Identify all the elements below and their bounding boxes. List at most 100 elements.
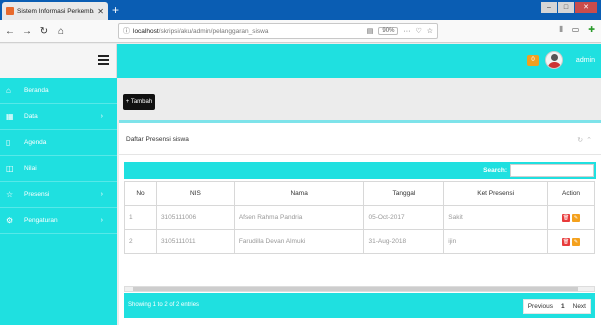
agenda-icon: ▯: [6, 138, 11, 147]
gear-icon: ⚙: [6, 216, 14, 225]
user-name[interactable]: admin: [576, 57, 595, 64]
data-table-wrapper: Search: No NIS Nama Tanggal Ket Presensi…: [124, 162, 596, 322]
column-header-tanggal[interactable]: Tanggal: [363, 181, 445, 206]
page-1-button[interactable]: 1: [557, 300, 569, 313]
sidebar-item-label: Data: [24, 113, 38, 120]
cell-no: 1: [124, 205, 157, 230]
star-icon: ☆: [6, 190, 14, 199]
chevron-right-icon: ›: [100, 191, 103, 198]
sidebar-item-presensi[interactable]: ☆ Presensi ›: [0, 182, 117, 208]
column-header-nis[interactable]: NIS: [155, 181, 235, 206]
sidebar-item-label: Nilai: [24, 165, 37, 172]
menu-toggle-icon[interactable]: [98, 55, 109, 65]
previous-button[interactable]: Previous: [524, 300, 557, 313]
table-toolbar: Search:: [124, 162, 596, 179]
sidebar-item-agenda[interactable]: ▯ Agenda: [0, 130, 117, 156]
main-content: + Tambah Daftar Presensi siswa ↻⌃ Search…: [117, 78, 601, 325]
sidebar-item-label: Beranda: [24, 87, 49, 94]
window-controls: – □ ✕: [541, 2, 597, 13]
chevron-right-icon: ›: [100, 113, 103, 120]
cell-action: 🗑 ✎: [547, 229, 595, 254]
url-path: /skripsi/aku/admin/pelanggaran_siswa: [158, 27, 269, 35]
table-footer: Showing 1 to 2 of 2 entries Previous 1 N…: [124, 293, 595, 318]
add-button[interactable]: + Tambah: [123, 94, 155, 110]
close-window-icon[interactable]: ✕: [575, 2, 597, 13]
panel-tools: ↻⌃: [577, 136, 595, 144]
cell-nis: 3105111006: [155, 205, 235, 230]
bookmark-star-icon[interactable]: ☆: [427, 27, 433, 35]
close-tab-icon[interactable]: ✕: [97, 7, 104, 16]
column-header-nama[interactable]: Nama: [233, 181, 365, 206]
column-header-ket-presensi[interactable]: Ket Presensi: [443, 181, 549, 206]
info-icon[interactable]: ⓘ: [123, 26, 130, 36]
browser-tab-bar: Sistem Informasi Perkembangan ✕ + – □ ✕: [0, 0, 601, 20]
table-row: 1 3105111006 Afsen Rahma Pandria 05-Oct-…: [124, 205, 595, 230]
pagination: Previous 1 Next: [522, 299, 591, 314]
cell-ket-presensi: Sakit: [443, 205, 549, 230]
sidebar-item-label: Pengaturan: [24, 217, 58, 224]
cell-nis: 3105111011: [155, 229, 235, 254]
back-icon[interactable]: ←: [3, 26, 17, 37]
cell-no: 2: [124, 229, 157, 254]
scrollbar-thumb[interactable]: [133, 287, 578, 291]
sidebar-item-nilai[interactable]: ◫ Nilai: [0, 156, 117, 182]
sidebar-item-label: Agenda: [24, 139, 47, 146]
sidebar-item-pengaturan[interactable]: ⚙ Pengaturan ›: [0, 208, 117, 234]
address-bar[interactable]: ⓘ localhost /skripsi/aku/admin/pelanggar…: [118, 23, 438, 39]
table-header-row: No NIS Nama Tanggal Ket Presensi Action: [124, 181, 595, 206]
avatar[interactable]: [545, 51, 563, 69]
sidebar-toggle-icon[interactable]: ▭: [572, 25, 580, 35]
reload-icon[interactable]: ↻: [37, 26, 51, 37]
page-actions-icon[interactable]: ···: [403, 28, 410, 35]
horizontal-scrollbar[interactable]: [124, 286, 595, 292]
library-icon[interactable]: ⫴: [559, 25, 562, 35]
presensi-panel: Daftar Presensi siswa ↻⌃ Search: No NIS …: [119, 120, 601, 325]
chevron-right-icon: ›: [100, 217, 103, 224]
favicon-icon: [6, 7, 14, 15]
sidebar-item-data[interactable]: ▦ Data ›: [0, 104, 117, 130]
delete-icon[interactable]: 🗑: [562, 237, 571, 246]
tab-title: Sistem Informasi Perkembangan: [17, 7, 94, 15]
edit-icon[interactable]: ✎: [572, 237, 581, 246]
new-tab-button[interactable]: +: [112, 3, 119, 17]
entries-info: Showing 1 to 2 of 2 entries: [128, 302, 200, 308]
zoom-level[interactable]: 90%: [378, 27, 399, 35]
maximize-icon[interactable]: □: [558, 2, 574, 13]
divider: [119, 154, 601, 155]
reader-view-icon[interactable]: ▤: [367, 27, 374, 35]
browser-toolbar: ⫴ ▭ ✚: [559, 25, 595, 35]
column-header-no[interactable]: No: [124, 181, 157, 206]
cell-ket-presensi: ijin: [443, 229, 549, 254]
sidebar-item-label: Presensi: [24, 191, 50, 198]
cell-action: 🗑 ✎: [547, 205, 595, 230]
cell-nama: Afsen Rahma Pandria: [233, 205, 365, 230]
edit-icon[interactable]: ✎: [572, 213, 581, 222]
table-icon: ▦: [6, 112, 14, 121]
collapse-icon[interactable]: ⌃: [586, 137, 595, 144]
sidebar: ⌂ Beranda ▦ Data › ▯ Agenda ◫ Nilai ☆ Pr…: [0, 78, 117, 325]
presensi-table: No NIS Nama Tanggal Ket Presensi Action …: [124, 181, 595, 254]
column-header-action[interactable]: Action: [547, 181, 595, 206]
sidebar-header: [0, 44, 117, 78]
extension-icon[interactable]: ✚: [588, 25, 595, 35]
next-button[interactable]: Next: [569, 300, 590, 313]
refresh-icon[interactable]: ↻: [577, 137, 586, 144]
home-icon: ⌂: [6, 86, 11, 95]
url-host: localhost: [133, 27, 159, 35]
home-page-icon[interactable]: ⌂: [54, 26, 68, 37]
browser-navbar: ← → ↻ ⌂ ⓘ localhost /skripsi/aku/admin/p…: [0, 20, 601, 43]
cell-tanggal: 05-Oct-2017: [363, 205, 445, 230]
panel-title: Daftar Presensi siswa: [126, 136, 189, 143]
notification-icon[interactable]: 0: [527, 55, 539, 66]
search-label: Search:: [483, 167, 507, 174]
delete-icon[interactable]: 🗑: [562, 213, 571, 222]
chart-icon: ◫: [6, 164, 14, 173]
cell-tanggal: 31-Aug-2018: [363, 229, 445, 254]
cell-nama: Farudilla Devan Almuki: [233, 229, 365, 254]
pocket-icon[interactable]: ♡: [415, 27, 421, 35]
browser-tab[interactable]: Sistem Informasi Perkembangan ✕: [2, 2, 108, 20]
sidebar-item-beranda[interactable]: ⌂ Beranda: [0, 78, 117, 104]
minimize-icon[interactable]: –: [541, 2, 557, 13]
forward-icon[interactable]: →: [20, 26, 34, 37]
search-input[interactable]: [510, 164, 594, 177]
